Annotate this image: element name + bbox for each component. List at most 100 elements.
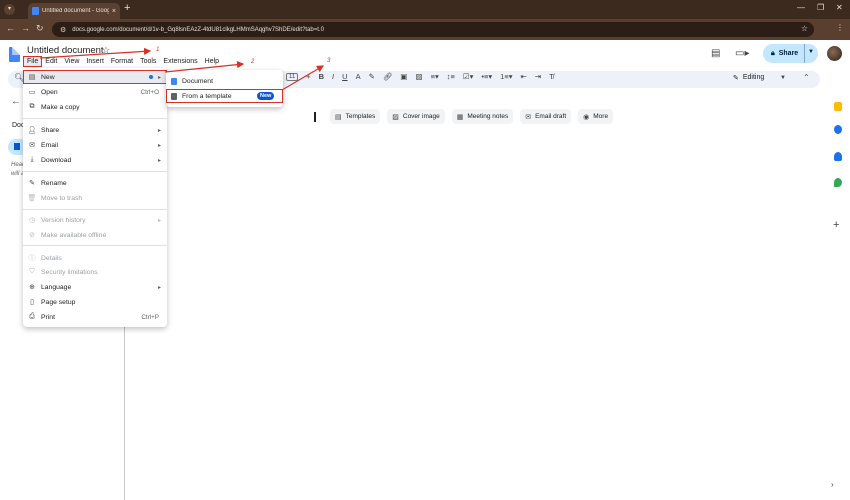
numbered-list-icon[interactable]: 1≡▾ bbox=[500, 72, 512, 81]
lock-icon: 🔒︎ bbox=[771, 49, 775, 57]
line-spacing-icon[interactable]: ↕≡ bbox=[447, 72, 455, 81]
insert-image-icon[interactable]: ▨ bbox=[416, 72, 423, 81]
omnibox[interactable]: ⚙ docs.google.com/document/d/1v-b_Gq8lsn… bbox=[52, 22, 814, 37]
maps-icon[interactable] bbox=[834, 178, 842, 187]
chrome-menu-icon[interactable]: ⋮ bbox=[836, 23, 844, 32]
window-close-icon[interactable]: ✕ bbox=[836, 3, 843, 12]
keep-icon[interactable] bbox=[834, 102, 842, 111]
increase-indent-icon[interactable]: ⇥ bbox=[535, 72, 541, 81]
tab-doc-icon bbox=[14, 143, 20, 150]
menu-tools[interactable]: Tools bbox=[137, 57, 159, 66]
avatar[interactable] bbox=[827, 46, 842, 61]
tab-title: Untitled document - Google Do bbox=[42, 8, 109, 14]
bold-icon[interactable]: B bbox=[319, 72, 324, 81]
tasks-icon[interactable] bbox=[834, 125, 842, 134]
menu-help[interactable]: Help bbox=[202, 57, 222, 66]
get-addons-icon[interactable]: + bbox=[833, 219, 839, 231]
docs-logo-icon[interactable] bbox=[9, 47, 20, 62]
reload-icon[interactable]: ↻ bbox=[36, 23, 44, 34]
chip-more[interactable]: ◉ More bbox=[578, 109, 614, 124]
comment-history-icon[interactable]: ▤ bbox=[711, 48, 720, 59]
menu-item-download[interactable]: ⤓ Download ▸ bbox=[23, 153, 167, 167]
menu-item-offline: ⊘ Make available offline bbox=[23, 228, 167, 242]
add-comment-icon[interactable]: ▣ bbox=[400, 72, 407, 81]
document-title[interactable]: Untitled document bbox=[27, 45, 104, 56]
new-badge: New bbox=[257, 92, 275, 100]
chip-cover-image[interactable]: ▨ Cover image bbox=[387, 109, 445, 124]
submenu-item-document[interactable]: Document bbox=[166, 74, 283, 88]
download-icon: ⤓ bbox=[30, 156, 34, 163]
menu-label: Page setup bbox=[41, 298, 76, 306]
menu-bar: File Edit View Insert Format Tools Exten… bbox=[22, 56, 223, 67]
browser-tabstrip: ▾ Untitled document - Google Do × + — ❐ … bbox=[0, 0, 850, 19]
increase-font-icon[interactable]: + bbox=[306, 72, 310, 81]
tab-list-icon[interactable]: ▾ bbox=[4, 4, 15, 15]
menu-file[interactable]: File bbox=[22, 56, 43, 67]
annotation-label-2: 2 bbox=[251, 59, 255, 65]
share-dropdown-icon[interactable]: ▼ bbox=[808, 49, 814, 55]
submenu-arrow-icon: ▸ bbox=[157, 127, 161, 134]
submenu-arrow-icon: ▸ bbox=[157, 284, 161, 291]
calendar-icon: ▦ bbox=[456, 113, 464, 121]
annotation-label-3: 3 bbox=[327, 58, 331, 64]
address-bar: ← → ↻ ⚙ docs.google.com/document/d/1v-b_… bbox=[0, 19, 850, 40]
text-color-icon[interactable]: A bbox=[356, 72, 361, 81]
tab-close-icon[interactable]: × bbox=[112, 8, 116, 15]
bulleted-list-icon[interactable]: •≡▾ bbox=[481, 72, 492, 81]
submenu-item-from-template[interactable]: From a template New bbox=[166, 89, 283, 103]
menu-item-print[interactable]: ⎙ Print Ctrl+P bbox=[23, 310, 167, 324]
menu-edit[interactable]: Edit bbox=[42, 57, 60, 66]
minimize-icon[interactable]: — bbox=[797, 3, 805, 12]
forward-icon[interactable]: → bbox=[21, 23, 30, 33]
menu-item-language[interactable]: ⊕ Language ▸ bbox=[23, 280, 167, 294]
clear-formatting-icon[interactable]: T̸ bbox=[549, 72, 554, 81]
highlight-icon[interactable]: ✎ bbox=[369, 72, 375, 81]
site-info-icon[interactable]: ⚙ bbox=[60, 26, 66, 34]
menu-format[interactable]: Format bbox=[108, 57, 136, 66]
menu-label: Details bbox=[41, 254, 62, 262]
menu-view[interactable]: View bbox=[61, 57, 82, 66]
menu-item-make-copy[interactable]: ⧉ Make a copy bbox=[23, 100, 167, 114]
italic-icon[interactable]: I bbox=[332, 72, 334, 81]
menu-label: Make a copy bbox=[41, 103, 80, 111]
menu-item-version-history: ◷ Version history ▸ bbox=[23, 213, 167, 227]
new-tab-icon[interactable]: + bbox=[124, 2, 130, 14]
chip-email-draft[interactable]: ✉ Email draft bbox=[520, 109, 572, 124]
hide-side-panel-icon[interactable]: › bbox=[831, 480, 834, 489]
chip-meeting-notes[interactable]: ▦ Meeting notes bbox=[451, 109, 514, 124]
hide-menus-icon[interactable]: ⌃ bbox=[803, 73, 810, 82]
align-icon[interactable]: ≡▾ bbox=[431, 72, 439, 81]
new-indicator-dot bbox=[149, 75, 153, 79]
submenu-label: Document bbox=[182, 77, 213, 85]
chip-templates[interactable]: ▤ Templates bbox=[330, 109, 381, 124]
decrease-indent-icon[interactable]: ⇤ bbox=[520, 72, 526, 81]
star-icon[interactable]: ☆ bbox=[102, 45, 110, 56]
outline-back-icon[interactable]: ← bbox=[11, 96, 21, 107]
folder-icon: ▭ bbox=[28, 89, 36, 96]
underline-icon[interactable]: U bbox=[342, 72, 347, 81]
menu-item-open[interactable]: ▭ Open Ctrl+O bbox=[23, 85, 167, 99]
offline-icon: ⊘ bbox=[29, 232, 35, 239]
restore-icon[interactable]: ❐ bbox=[817, 3, 824, 12]
email-icon: ✉ bbox=[29, 142, 35, 149]
menu-item-rename[interactable]: ✎ Rename bbox=[23, 176, 167, 190]
contacts-icon[interactable] bbox=[834, 152, 842, 161]
editing-dropdown-icon[interactable]: ▼ bbox=[780, 75, 786, 81]
editing-mode-selector[interactable]: ✎ Editing bbox=[733, 74, 764, 82]
menu-insert[interactable]: Insert bbox=[83, 57, 107, 66]
menu-extensions[interactable]: Extensions bbox=[160, 57, 200, 66]
menu-item-email[interactable]: ✉ Email ▸ bbox=[23, 138, 167, 152]
link-icon[interactable]: 🔗︎ bbox=[383, 72, 393, 81]
menu-item-share[interactable]: 👤︎ Share ▸ bbox=[23, 123, 167, 137]
font-size-field[interactable]: 11 bbox=[286, 72, 299, 81]
menu-label: Rename bbox=[41, 179, 67, 187]
menu-item-new[interactable]: ▤ New ▸ bbox=[23, 70, 167, 84]
checklist-icon[interactable]: ☑▾ bbox=[463, 72, 474, 81]
meet-camera-icon[interactable]: ▭▸ bbox=[735, 48, 749, 59]
browser-tab[interactable]: Untitled document - Google Do × bbox=[28, 3, 120, 19]
bookmark-star-icon[interactable]: ☆ bbox=[801, 24, 808, 33]
menu-item-page-setup[interactable]: ▯ Page setup bbox=[23, 295, 167, 309]
history-icon: ◷ bbox=[28, 217, 36, 224]
back-icon[interactable]: ← bbox=[6, 23, 15, 33]
mail-icon: ✉ bbox=[525, 113, 532, 121]
